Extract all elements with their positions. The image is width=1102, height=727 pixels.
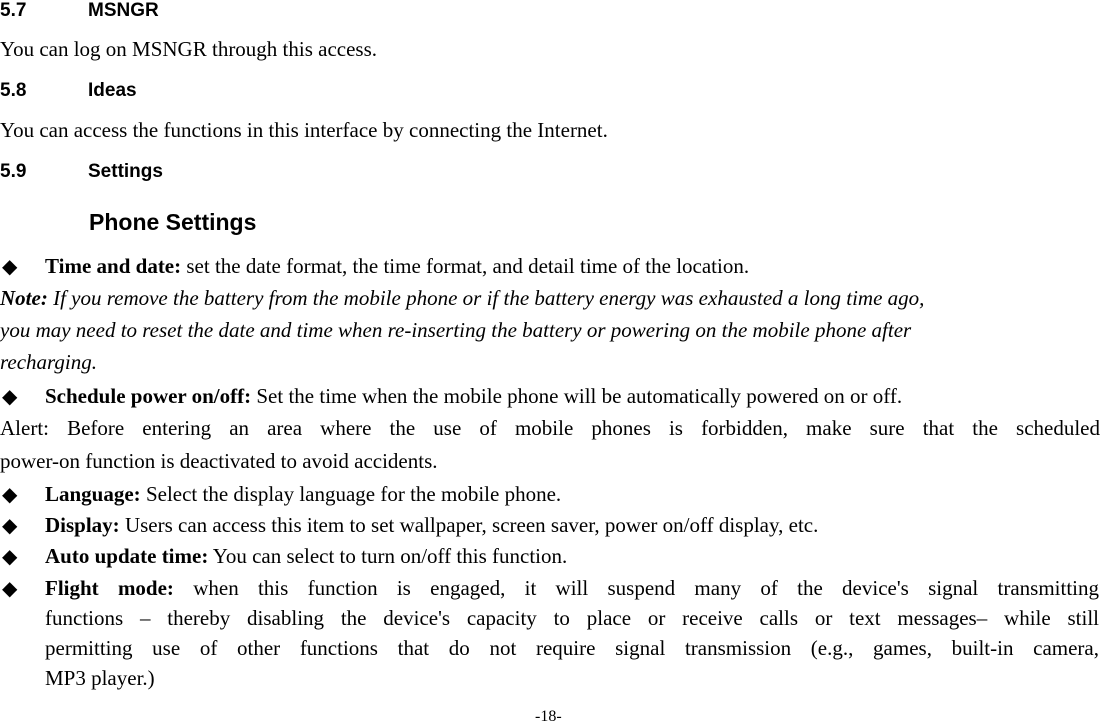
note-line-1: Note: If you remove the battery from the…	[0, 286, 924, 311]
note-line-3: recharging.	[0, 350, 97, 375]
section-body-msngr: You can log on MSNGR through this access…	[0, 37, 378, 61]
note-text: If you remove the battery from the mobil…	[47, 286, 925, 310]
item-text: when this function is engaged, it will s…	[173, 576, 1100, 600]
section-number: 5.9	[0, 161, 27, 182]
flight-line-1: Flight mode: when this function is engag…	[45, 576, 1099, 601]
flight-line-2: functions – thereby disabling the device…	[45, 606, 1099, 630]
page-number: -18-	[535, 708, 562, 725]
diamond-bullet-icon: ◆	[2, 256, 18, 278]
section-title: Ideas	[88, 80, 137, 101]
subsection-heading-phone-settings: Phone Settings	[89, 209, 257, 235]
flight-line-3: permitting use of other functions that d…	[45, 636, 1099, 660]
note-text: you may need to reset the date and time …	[0, 318, 912, 342]
list-item-schedule-power: ◆ Schedule power on/off: Set the time wh…	[0, 384, 1102, 410]
section-heading-ideas: 5.8 Ideas	[0, 80, 137, 102]
item-text: set the date format, the time format, an…	[181, 254, 750, 278]
note-line-2: you may need to reset the date and time …	[0, 318, 911, 343]
section-number: 5.8	[0, 80, 27, 101]
item-label: Auto update time:	[45, 544, 209, 568]
note-text: recharging.	[0, 350, 98, 374]
list-item-auto-update-time: ◆ Auto update time: You can select to tu…	[0, 544, 1102, 570]
diamond-bullet-icon: ◆	[2, 578, 18, 600]
flight-line-4: MP3 player.)	[45, 666, 155, 690]
section-number: 5.7	[0, 0, 27, 21]
item-label: Flight mode:	[45, 576, 174, 600]
list-item-language: ◆ Language: Select the display language …	[0, 482, 1102, 508]
item-label: Language:	[45, 482, 141, 506]
item-text: Set the time when the mobile phone will …	[251, 384, 903, 408]
item-label: Time and date:	[45, 254, 182, 278]
item-label: Schedule power on/off:	[45, 384, 252, 408]
section-title: MSNGR	[88, 0, 159, 21]
alert-line-1: Alert: Before entering an area where the…	[0, 416, 1100, 440]
list-item-display: ◆ Display: Users can access this item to…	[0, 513, 1102, 539]
diamond-bullet-icon: ◆	[2, 484, 18, 506]
section-title: Settings	[88, 161, 163, 182]
section-body-ideas: You can access the functions in this int…	[0, 118, 608, 142]
item-text: Users can access this item to set wallpa…	[119, 513, 819, 537]
section-heading-settings: 5.9 Settings	[0, 161, 163, 183]
item-text: Select the display language for the mobi…	[140, 482, 562, 506]
item-text: You can select to turn on/off this funct…	[208, 544, 568, 568]
note-label: Note:	[0, 286, 48, 310]
section-heading-msngr: 5.7 MSNGR	[0, 0, 159, 22]
diamond-bullet-icon: ◆	[2, 386, 18, 408]
diamond-bullet-icon: ◆	[2, 546, 18, 568]
list-item-time-and-date: ◆ Time and date: set the date format, th…	[0, 254, 1102, 280]
item-label: Display:	[45, 513, 120, 537]
diamond-bullet-icon: ◆	[2, 515, 18, 537]
alert-line-2: power-on function is deactivated to avoi…	[0, 449, 438, 473]
